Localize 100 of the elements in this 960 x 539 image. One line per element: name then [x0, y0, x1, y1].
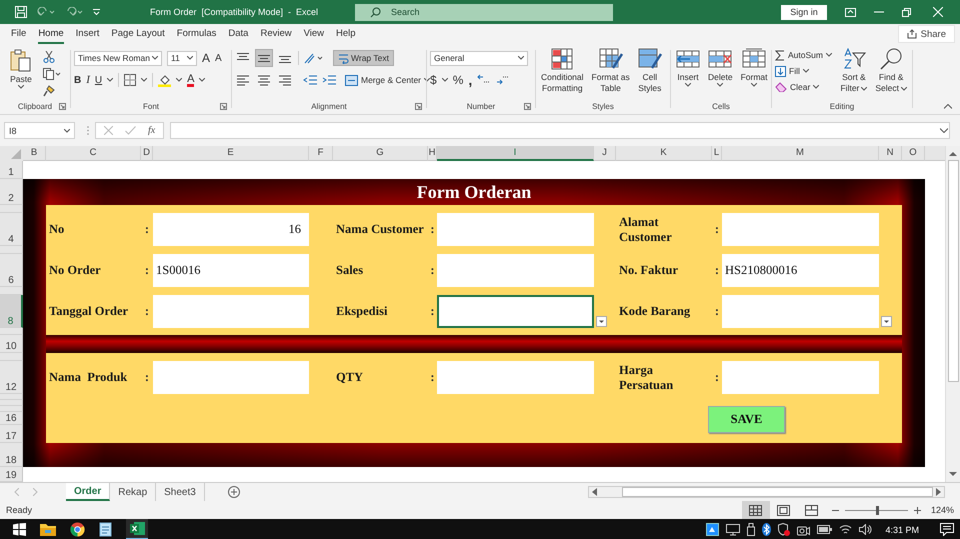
clear-button[interactable]: Clear [775, 81, 834, 93]
scroll-up-icon[interactable] [949, 151, 957, 156]
wrap-text-button[interactable]: Wrap Text [333, 50, 394, 66]
drag-handle-icon[interactable] [87, 126, 89, 135]
row-header[interactable]: 8 [0, 295, 23, 328]
battery-icon[interactable] [817, 525, 832, 534]
sheet-tab[interactable]: Order [66, 483, 110, 501]
row-header[interactable]: 16 [0, 412, 23, 425]
windows-start-icon[interactable] [13, 523, 26, 536]
caret-icon[interactable] [199, 78, 206, 82]
column-header[interactable]: J [594, 146, 616, 161]
restore-icon[interactable] [902, 8, 911, 16]
ribbon-tab[interactable]: Help [336, 24, 356, 44]
monitor-icon[interactable] [726, 524, 740, 536]
expand-icon[interactable] [940, 128, 948, 133]
check-icon[interactable] [125, 126, 136, 135]
customize-icon[interactable] [93, 9, 100, 15]
format-button[interactable]: Format [738, 48, 770, 99]
scroll-down-icon[interactable] [949, 472, 957, 477]
column-header[interactable]: E [153, 146, 309, 161]
find-select-button[interactable]: Find & Select [873, 48, 909, 99]
input-field[interactable] [153, 295, 309, 328]
percent-button[interactable]: % [452, 73, 464, 87]
row-header[interactable]: 12 [0, 361, 23, 394]
zoom-in-icon[interactable] [914, 506, 921, 514]
format-as-table-button[interactable]: Format as Table [590, 48, 632, 99]
conditional-formatting-button[interactable]: Conditional Formatting [539, 48, 586, 99]
name-box[interactable]: I8 [4, 122, 75, 139]
column-header[interactable]: M [722, 146, 879, 161]
close-icon[interactable] [933, 7, 943, 17]
row-header[interactable]: 19 [0, 467, 23, 482]
input-field[interactable] [437, 361, 594, 394]
ribbon-tab[interactable]: Data [228, 24, 248, 44]
caret-icon[interactable] [141, 78, 148, 82]
row-header[interactable]: 17 [0, 425, 23, 443]
format-painter-icon[interactable] [43, 85, 55, 97]
decrease-decimal-icon[interactable] [496, 74, 510, 86]
wifi-icon[interactable] [839, 524, 852, 535]
increase-indent-icon[interactable] [322, 73, 336, 87]
row-header[interactable]: 18 [0, 443, 23, 467]
fill-color-icon[interactable] [158, 74, 172, 86]
tray-app-icon[interactable] [706, 523, 720, 536]
autosum-button[interactable]: AutoSum [775, 49, 834, 61]
italic-button[interactable]: I [86, 74, 90, 86]
column-header[interactable]: C [46, 146, 141, 161]
normal-view-button[interactable] [742, 501, 770, 519]
font-name-field[interactable]: Times New Roman [74, 50, 162, 66]
scroll-right-icon[interactable] [936, 488, 941, 496]
row-header[interactable]: 6 [0, 254, 23, 287]
insert-function-button[interactable]: fx [148, 125, 156, 136]
column-header[interactable]: G [333, 146, 428, 161]
ribbon-tab[interactable]: Insert [76, 24, 100, 44]
paste-button[interactable]: Paste [3, 48, 39, 99]
zoom-slider-thumb[interactable] [876, 506, 880, 514]
row-header[interactable]: 10 [0, 335, 23, 353]
fill-button[interactable]: Fill [775, 65, 834, 77]
input-field[interactable]: 1S00016 [153, 254, 309, 287]
collapse-ribbon-icon[interactable] [944, 104, 952, 109]
cell-styles-button[interactable]: Cell Styles [636, 48, 664, 99]
dialog-launcher-icon[interactable] [220, 103, 227, 110]
caret-icon[interactable] [442, 78, 448, 82]
font-size-field[interactable]: 11 [167, 50, 197, 66]
dialog-launcher-icon[interactable] [524, 103, 531, 110]
borders-icon[interactable] [124, 74, 136, 86]
input-field[interactable] [722, 361, 879, 394]
speaker-icon[interactable] [859, 524, 872, 535]
input-field[interactable]: 16 [153, 213, 309, 246]
ribbon-tab[interactable]: Home [38, 24, 64, 44]
camera-icon[interactable] [797, 524, 810, 536]
notepad-icon[interactable] [99, 522, 112, 537]
decrease-indent-icon[interactable] [303, 73, 317, 87]
currency-button[interactable]: $ [430, 73, 437, 87]
increase-font-button[interactable]: A [202, 51, 210, 65]
ribbon-tab[interactable]: File [11, 24, 26, 44]
ribbon-tab[interactable]: Page Layout [111, 24, 165, 44]
ribbon-display-icon[interactable] [845, 8, 856, 16]
orientation-icon[interactable] [304, 52, 324, 64]
ribbon-tab[interactable]: Formulas [176, 24, 216, 44]
column-header[interactable]: K [616, 146, 712, 161]
redo-icon[interactable] [65, 7, 83, 17]
cut-icon[interactable] [43, 51, 55, 63]
scrollbar-thumb[interactable] [948, 160, 958, 382]
column-header[interactable]: D [141, 146, 153, 161]
scrollbar-thumb[interactable] [622, 487, 933, 497]
shield-icon[interactable] [778, 523, 790, 536]
scroll-left-icon[interactable] [592, 488, 597, 496]
ribbon-tab[interactable]: View [304, 24, 324, 44]
save-button[interactable]: SAVE [708, 406, 785, 433]
dialog-launcher-icon[interactable] [59, 103, 66, 110]
dialog-launcher-icon[interactable] [415, 103, 422, 110]
search-field[interactable]: Search [355, 4, 613, 20]
delete-button[interactable]: Delete [706, 48, 735, 99]
sign-in-button[interactable]: Sign in [781, 4, 827, 20]
column-header[interactable]: B [23, 146, 46, 161]
excel-taskbar-button[interactable] [126, 519, 148, 539]
undo-icon[interactable] [37, 7, 55, 17]
input-field[interactable] [437, 254, 594, 287]
comma-button[interactable]: , [468, 75, 472, 85]
font-color-button[interactable]: A [187, 74, 194, 86]
clock-time[interactable]: 4:31 PM [885, 524, 919, 534]
